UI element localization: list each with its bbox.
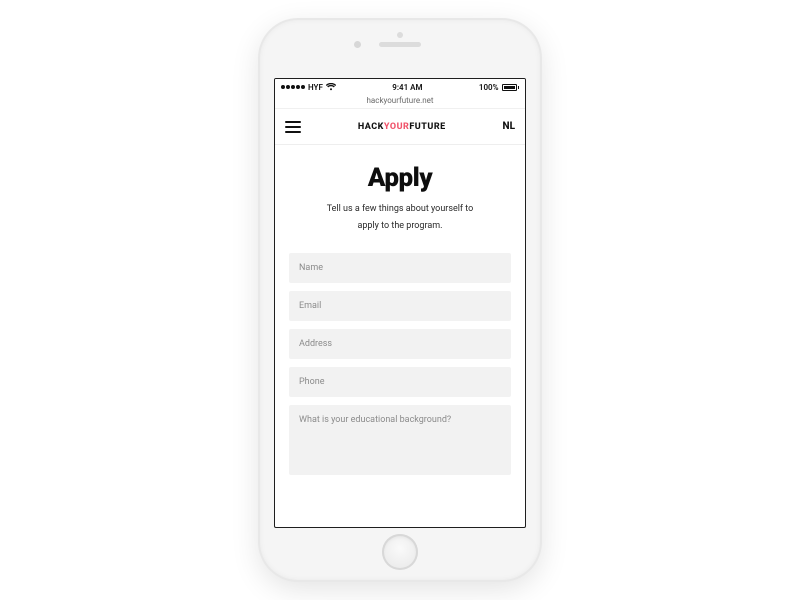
browser-url-bar[interactable]: hackyourfuture.net <box>275 95 525 109</box>
status-bar: HYF 9:41 AM 100% <box>275 79 525 95</box>
language-toggle[interactable]: NL <box>503 121 515 132</box>
subtitle-line1: Tell us a few things about yourself to <box>327 204 474 214</box>
address-input[interactable] <box>289 329 511 359</box>
education-textarea[interactable] <box>289 405 511 475</box>
sensor-row <box>260 42 540 47</box>
signal-icon <box>281 85 305 89</box>
page-title: Apply <box>289 163 511 193</box>
clock: 9:41 AM <box>392 83 422 92</box>
name-input[interactable] <box>289 253 511 283</box>
carrier-label: HYF <box>308 83 323 92</box>
brand-part2: FUTURE <box>409 122 445 132</box>
apply-form <box>289 253 511 475</box>
brand-part1: HACK <box>358 122 384 132</box>
status-left: HYF <box>281 83 336 92</box>
brand-accent: YOUR <box>384 122 409 132</box>
email-input[interactable] <box>289 291 511 321</box>
proximity-sensor <box>397 32 403 38</box>
app-header: HACKYOURFUTURE NL <box>275 109 525 145</box>
home-button[interactable] <box>382 534 418 570</box>
phone-frame: HYF 9:41 AM 100% hackyourfuture.net <box>260 20 540 580</box>
battery-percent: 100% <box>479 83 499 92</box>
url-text: hackyourfuture.net <box>367 96 434 105</box>
hamburger-icon[interactable] <box>285 121 301 133</box>
front-camera <box>354 41 361 48</box>
speaker-slot <box>379 42 421 47</box>
brand-logo: HACKYOURFUTURE <box>358 122 446 132</box>
subtitle-line2: apply to the program. <box>357 221 442 231</box>
page-subtitle: Tell us a few things about yourself to a… <box>289 201 511 235</box>
battery-icon <box>502 84 520 91</box>
wifi-icon <box>326 83 336 91</box>
phone-input[interactable] <box>289 367 511 397</box>
status-right: 100% <box>479 83 519 92</box>
page-content: Apply Tell us a few things about yoursel… <box>275 145 525 527</box>
screen: HYF 9:41 AM 100% hackyourfuture.net <box>274 78 526 528</box>
